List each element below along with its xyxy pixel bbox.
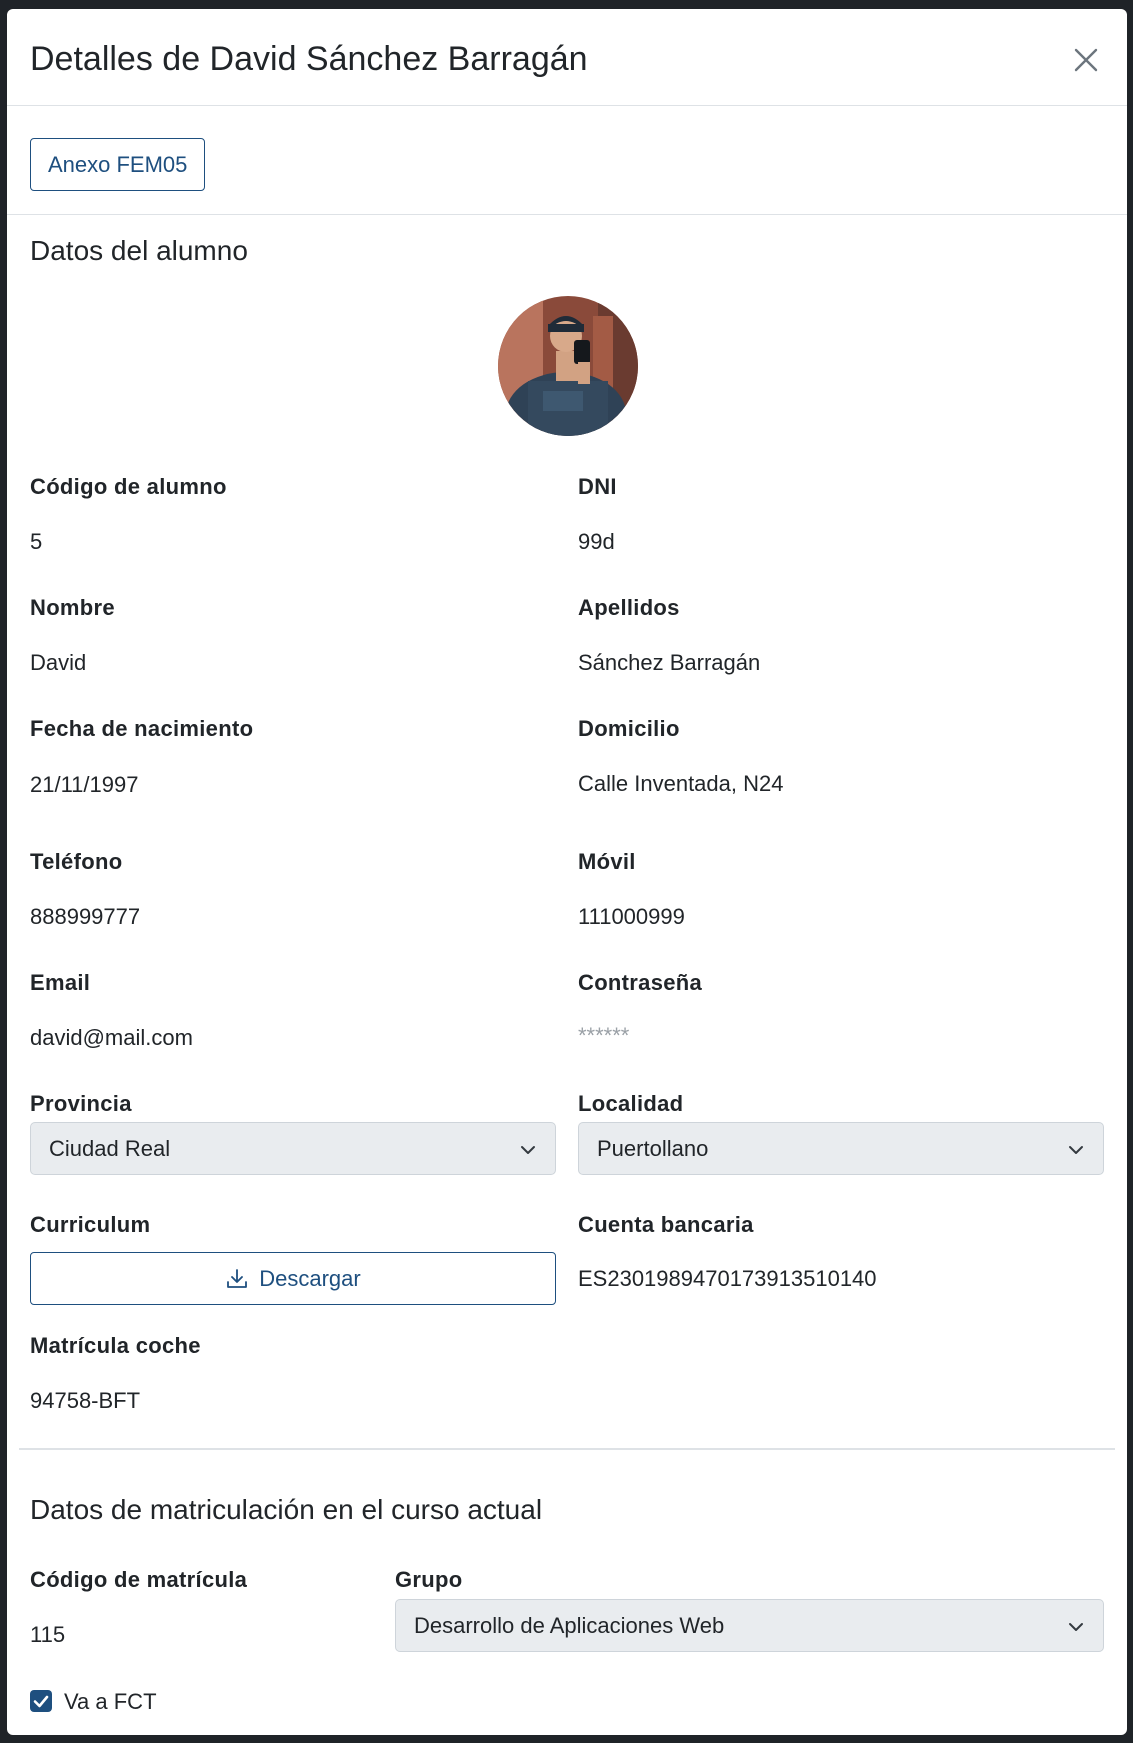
dni-value: 99d [578,529,615,554]
close-button[interactable] [1069,43,1103,77]
codigo-matricula-value: 115 [30,1622,66,1647]
grupo-label: Grupo [395,1567,463,1592]
checkmark-icon [33,1695,49,1708]
apellidos-value: Sánchez Barragán [578,650,761,675]
matricula-coche-label: Matrícula coche [30,1333,201,1358]
curriculum-label: Curriculum [30,1212,151,1237]
cuenta-bancaria-value: ES2301989470173913510140 [578,1266,877,1291]
download-button-label: Descargar [259,1265,361,1291]
fct-checkbox-label[interactable]: Va a FCT [64,1689,157,1715]
codigo-matricula-label: Código de matrícula [30,1567,248,1592]
close-icon [1074,48,1098,72]
student-details-modal: Detalles de David Sánchez Barragán Anexo… [7,9,1127,1735]
nombre-label: Nombre [30,595,115,620]
chevron-down-icon [1069,1146,1083,1154]
apellidos-label: Apellidos [578,595,680,620]
matricula-coche-value: 94758-BFT [30,1388,141,1413]
codigo-alumno-label: Código de alumno [30,474,227,499]
download-curriculum-button[interactable]: Descargar [30,1252,556,1305]
grupo-selected-value: Desarrollo de Aplicaciones Web [414,1613,725,1638]
password-value: ****** [578,1023,630,1048]
grupo-select[interactable]: Desarrollo de Aplicaciones Web [395,1599,1104,1652]
modal-header: Detalles de David Sánchez Barragán [7,9,1127,106]
telefono-value: 888999777 [30,904,141,929]
section-divider [19,1448,1115,1450]
fecha-nacimiento-value: 21/11/1997 [30,772,139,797]
student-section-title: Datos del alumno [30,235,248,266]
localidad-select[interactable]: Puertollano [578,1122,1104,1175]
dni-label: DNI [578,474,617,499]
annex-fem05-button[interactable]: Anexo FEM05 [30,138,206,191]
nombre-value: David [30,650,87,675]
chevron-down-icon [1069,1623,1083,1631]
telefono-label: Teléfono [30,849,123,874]
fecha-nacimiento-label: Fecha de nacimiento [30,716,254,741]
download-icon [227,1268,248,1288]
movil-value: 111000999 [578,904,685,929]
modal-title: Detalles de David Sánchez Barragán [30,40,588,78]
domicilio-value: Calle Inventada, N24 [578,771,784,796]
avatar [498,296,638,436]
student-photo [498,296,638,436]
localidad-label: Localidad [578,1091,684,1116]
provincia-label: Provincia [30,1091,132,1116]
modal-toolbar: Anexo FEM05 [7,106,1127,215]
chevron-down-icon [521,1146,535,1154]
fct-checkbox[interactable] [30,1690,52,1712]
codigo-alumno-value: 5 [30,529,43,554]
localidad-selected-value: Puertollano [597,1136,709,1161]
password-label: Contraseña [578,970,703,995]
domicilio-label: Domicilio [578,716,680,741]
cuenta-bancaria-label: Cuenta bancaria [578,1212,754,1237]
provincia-selected-value: Ciudad Real [49,1136,171,1161]
provincia-select[interactable]: Ciudad Real [30,1122,556,1175]
enrollment-section-title: Datos de matriculación en el curso actua… [30,1494,543,1525]
movil-label: Móvil [578,849,636,874]
email-value: david@mail.com [30,1025,193,1050]
email-label: Email [30,970,91,995]
